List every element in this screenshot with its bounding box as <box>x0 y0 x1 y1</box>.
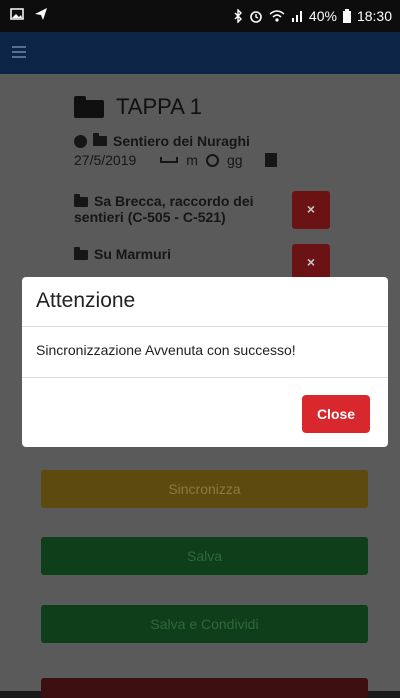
signal-icon <box>291 11 302 22</box>
list-item[interactable]: Su Marmuri <box>74 246 274 262</box>
stage-header: TAPPA 1 <box>74 94 202 120</box>
send-icon <box>35 8 47 20</box>
close-button[interactable]: Close <box>302 395 370 433</box>
status-left <box>10 7 48 21</box>
clock-icon <box>205 153 219 167</box>
save-button[interactable]: Salva <box>41 537 368 575</box>
route-date: 27/5/2019 <box>74 152 137 168</box>
close-icon: × <box>306 201 316 217</box>
save-and-share-button[interactable]: Salva e Condividi <box>41 605 368 643</box>
app-bar <box>0 32 400 74</box>
menu-icon[interactable] <box>12 46 26 58</box>
list-item-label: Sa Brecca, raccordo dei sentieri (C-505 … <box>74 193 254 225</box>
wifi-icon <box>269 10 285 22</box>
ruler-icon <box>160 157 179 163</box>
stage-title: TAPPA 1 <box>116 94 203 119</box>
delete-button[interactable]: × <box>292 191 330 229</box>
folder-icon <box>74 194 88 208</box>
folder-icon <box>74 247 88 261</box>
door-icon <box>264 153 277 167</box>
route-meta-row: 27/5/2019 m gg <box>74 152 277 168</box>
clock-time: 18:30 <box>356 8 392 24</box>
image-icon <box>10 8 24 20</box>
dialog-title: Attenzione <box>22 277 388 327</box>
duration-unit: gg <box>226 152 243 168</box>
distance-unit: m <box>186 152 198 168</box>
list-item[interactable]: Sa Brecca, raccordo dei sentieri (C-505 … <box>74 193 274 225</box>
route-name-row: Sentiero dei Nuraghi <box>74 133 250 149</box>
status-right: 40% 18:30 <box>233 7 392 25</box>
alarm-icon <box>250 11 262 23</box>
status-bar: 40% 18:30 <box>0 0 400 32</box>
list-item-label: Su Marmuri <box>94 246 172 262</box>
dialog-message: Sincronizzazione Avvenuta con successo! <box>22 327 388 378</box>
alert-dialog: Attenzione Sincronizzazione Avvenuta con… <box>22 277 388 447</box>
folder-icon <box>74 96 104 118</box>
check-circle-icon <box>74 134 87 148</box>
battery-percent: 40% <box>308 8 337 24</box>
dialog-footer: Close <box>22 378 388 447</box>
sync-button[interactable]: Sincronizza <box>41 470 368 508</box>
delete-stage-button[interactable] <box>41 678 368 698</box>
folder-icon <box>93 133 107 146</box>
bluetooth-icon <box>234 9 242 23</box>
close-icon: × <box>306 254 316 270</box>
route-name: Sentiero dei Nuraghi <box>113 133 250 149</box>
battery-icon <box>342 9 351 23</box>
